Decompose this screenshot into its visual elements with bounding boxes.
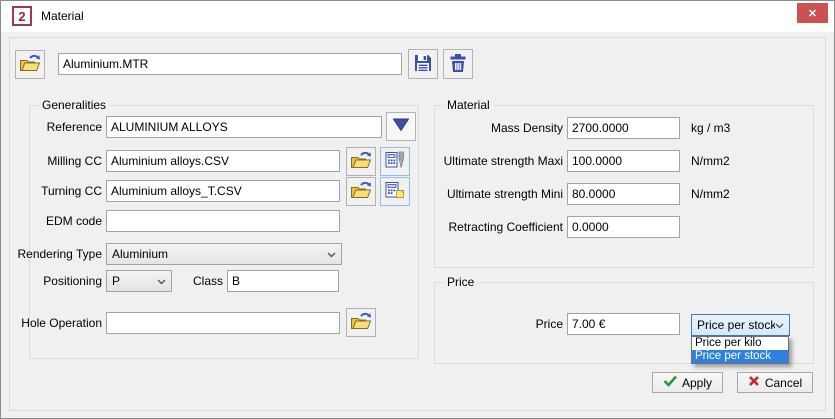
price-type-dropdown-list: Price per kilo Price per stock (691, 336, 789, 364)
milling-cc-table-button[interactable] (380, 147, 410, 176)
close-icon: ✕ (808, 7, 817, 20)
class-label: Class (176, 270, 223, 292)
app-icon: 2 (12, 6, 32, 26)
price-type-select[interactable]: Price per stock (691, 314, 790, 336)
reference-label: Reference (11, 116, 102, 138)
chevron-down-icon (157, 274, 166, 288)
positioning-select[interactable]: P (106, 270, 172, 292)
window-title: Material (41, 1, 84, 32)
price-type-option-stock[interactable]: Price per stock (692, 350, 788, 363)
mass-density-input[interactable] (567, 117, 680, 139)
milling-cc-input[interactable] (106, 150, 340, 172)
open-folder-icon (19, 54, 41, 76)
apply-button-label: Apply (682, 376, 712, 390)
turning-calculator-icon (385, 181, 405, 202)
title-bar: 2 Material ✕ (1, 1, 834, 32)
turning-cc-browse-button[interactable] (346, 177, 376, 206)
reference-input[interactable] (106, 116, 382, 138)
generalities-group-title: Generalities (38, 98, 110, 113)
cancel-button-label: Cancel (765, 376, 802, 390)
ultimate-strength-maxi-input[interactable] (567, 150, 680, 172)
ultimate-strength-mini-input[interactable] (567, 183, 680, 205)
edm-code-label: EDM code (11, 210, 102, 232)
material-filename-input[interactable] (58, 53, 402, 75)
rendering-type-label: Rendering Type (11, 243, 102, 265)
open-folder-icon (350, 151, 372, 173)
milling-cc-browse-button[interactable] (346, 147, 376, 176)
dropdown-triangle-icon (391, 117, 411, 136)
mass-density-label: Mass Density (421, 117, 563, 139)
chevron-down-icon (327, 247, 336, 261)
price-type-option-kilo[interactable]: Price per kilo (692, 337, 788, 350)
hole-operation-input[interactable] (106, 312, 340, 334)
close-button[interactable]: ✕ (797, 3, 828, 23)
app-icon-glyph: 2 (18, 9, 25, 24)
ultimate-strength-mini-unit: N/mm2 (691, 183, 730, 205)
save-button[interactable] (408, 49, 438, 79)
retracting-coefficient-label: Retracting Coefficient (421, 216, 563, 238)
rendering-type-select[interactable]: Aluminium (106, 243, 342, 265)
price-input[interactable] (567, 313, 680, 335)
mass-density-unit: kg / m3 (691, 117, 730, 139)
retracting-coefficient-input[interactable] (567, 216, 680, 238)
turning-cc-label: Turning CC (11, 180, 102, 202)
delete-button[interactable] (443, 49, 473, 79)
ultimate-strength-maxi-unit: N/mm2 (691, 150, 730, 172)
milling-cc-label: Milling CC (11, 150, 102, 172)
green-check-icon (663, 375, 677, 390)
red-cross-icon (748, 375, 760, 390)
milling-calculator-icon (385, 151, 405, 172)
price-group-title: Price (443, 275, 478, 290)
apply-button[interactable]: Apply (652, 372, 723, 393)
material-group-title: Material (443, 98, 494, 113)
turning-cc-table-button[interactable] (380, 177, 410, 206)
positioning-value: P (112, 274, 157, 288)
ultimate-strength-mini-label: Ultimate strength Mini (421, 183, 563, 205)
open-material-file-button[interactable] (15, 50, 45, 79)
class-input[interactable] (227, 270, 339, 292)
turning-cc-input[interactable] (106, 180, 340, 202)
save-icon (413, 53, 433, 76)
chevron-down-icon (775, 318, 784, 332)
reference-list-button[interactable] (386, 112, 416, 141)
positioning-label: Positioning (11, 270, 102, 292)
trash-icon (449, 53, 467, 76)
price-label: Price (481, 313, 563, 335)
hole-operation-label: Hole Operation (11, 312, 102, 334)
edm-code-input[interactable] (106, 210, 340, 232)
rendering-type-value: Aluminium (112, 247, 327, 261)
open-folder-icon (350, 181, 372, 203)
ultimate-strength-maxi-label: Ultimate strength Maxi (421, 150, 563, 172)
cancel-button[interactable]: Cancel (737, 372, 813, 393)
open-folder-icon (350, 312, 372, 334)
hole-operation-browse-button[interactable] (346, 308, 376, 337)
price-type-value: Price per stock (697, 318, 775, 332)
material-dialog: 2 Material ✕ (0, 0, 835, 419)
